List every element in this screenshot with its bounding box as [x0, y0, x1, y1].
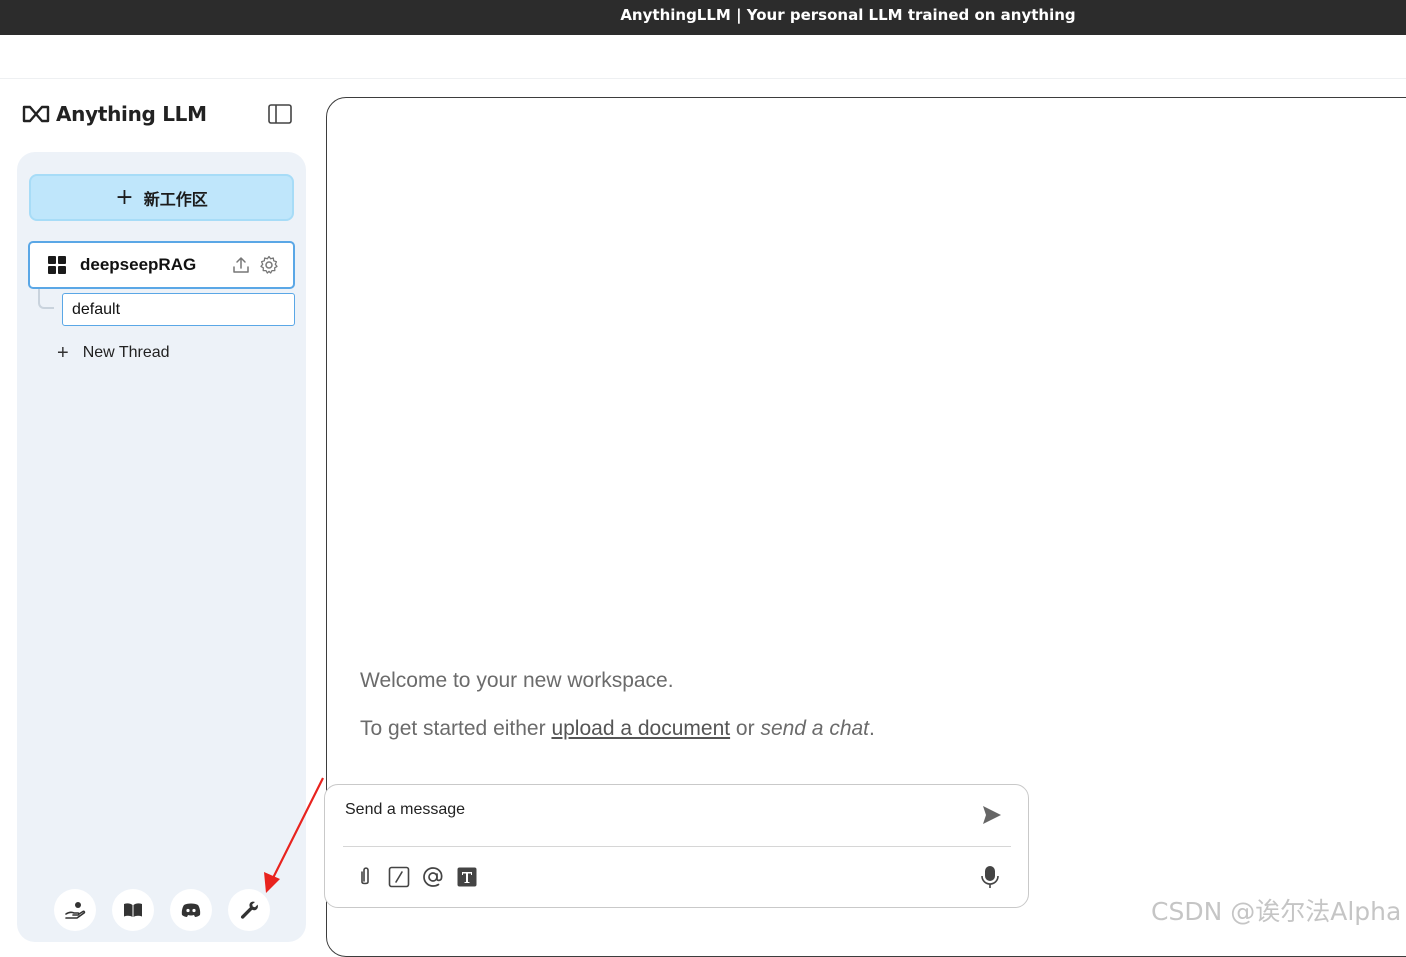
- workspace-item[interactable]: deepseepRAG: [28, 241, 295, 289]
- csdn-watermark: CSDN @诶尔法Alpha: [1151, 897, 1402, 926]
- sidebar-footer: [54, 889, 270, 931]
- discord-button[interactable]: [170, 889, 212, 931]
- new-thread-button[interactable]: + New Thread: [57, 343, 170, 363]
- microphone-icon[interactable]: [980, 865, 1000, 889]
- anythingllm-logo-icon: [22, 105, 50, 123]
- upload-document-link[interactable]: upload a document: [551, 717, 730, 740]
- top-strip: [0, 35, 1406, 79]
- welcome-message: Welcome to your new workspace. To get st…: [360, 669, 1040, 765]
- welcome-line: Welcome to your new workspace.: [360, 669, 674, 692]
- at-mention-icon[interactable]: [421, 865, 445, 889]
- gear-icon[interactable]: [259, 255, 279, 275]
- send-icon[interactable]: [980, 803, 1004, 827]
- get-started-suffix: .: [869, 717, 875, 740]
- app-logo: Anything LLM: [22, 101, 207, 127]
- window-title-bar: AnythingLLM | Your personal LLM trained …: [0, 0, 1406, 35]
- get-started-or: or: [730, 717, 761, 740]
- settings-wrench-icon: [240, 901, 258, 919]
- new-workspace-button[interactable]: + 新工作区: [29, 174, 294, 221]
- input-divider: [343, 846, 1011, 847]
- workspace-name: deepseepRAG: [80, 255, 197, 274]
- get-started-prefix: To get started either: [360, 717, 552, 740]
- logo-text: Anything LLM: [56, 102, 207, 126]
- window-title: AnythingLLM | Your personal LLM trained …: [620, 6, 1076, 24]
- sidebar-toggle-icon[interactable]: [268, 104, 292, 124]
- slash-command-icon[interactable]: [387, 865, 411, 889]
- workspace-actions: [231, 255, 279, 275]
- new-thread-label: New Thread: [82, 344, 170, 361]
- plus-icon: +: [57, 342, 69, 364]
- attach-icon[interactable]: [353, 865, 377, 889]
- discord-icon: [181, 903, 201, 917]
- get-started-line: To get started either upload a document …: [360, 717, 1040, 741]
- thread-item-default[interactable]: default: [62, 293, 295, 326]
- sidebar: + 新工作区 deepseepRAG default + New Thread: [17, 152, 306, 942]
- upload-icon[interactable]: [231, 255, 251, 275]
- plus-icon: +: [115, 184, 134, 210]
- text-format-icon[interactable]: [455, 865, 479, 889]
- message-input[interactable]: Send a message: [345, 801, 465, 819]
- grid-icon: [48, 256, 66, 274]
- app-page: Anything LLM + 新工作区 deepseepRAG default …: [0, 79, 1406, 957]
- input-toolbar: [353, 865, 479, 889]
- thread-connector: [38, 289, 54, 309]
- community-hub-button[interactable]: [54, 889, 96, 931]
- docs-button[interactable]: [112, 889, 154, 931]
- community-hub-icon: [65, 902, 86, 919]
- docs-book-icon: [124, 903, 142, 917]
- settings-button[interactable]: [228, 889, 270, 931]
- new-workspace-label: 新工作区: [143, 189, 208, 209]
- message-input-box: Send a message: [324, 784, 1029, 908]
- send-chat-text: send a chat: [760, 717, 870, 740]
